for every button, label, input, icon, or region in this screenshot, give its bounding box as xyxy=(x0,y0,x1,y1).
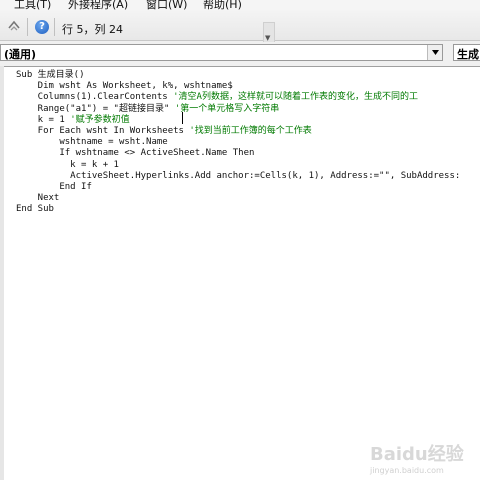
chevron-down-icon: ▼ xyxy=(265,34,271,42)
code-window-header: (通用) 生成 xyxy=(0,42,480,64)
code-line: Range("a1") = "超链接目录" '第一个单元格写入字符串 xyxy=(16,103,280,115)
toolbar-separator xyxy=(54,18,55,36)
code-line: k = 1 '赋予参数初值 xyxy=(16,115,130,126)
help-button[interactable]: ? xyxy=(34,19,50,35)
menu-window[interactable]: 窗口(W) xyxy=(146,0,187,10)
chevron-down-icon xyxy=(431,50,439,55)
watermark: Baidu经验 jingyan.baidu.com xyxy=(370,440,464,475)
code-comment: '第一个单元格写入字符串 xyxy=(174,103,280,114)
object-combo-dropdown[interactable] xyxy=(427,45,442,60)
code-text: Next xyxy=(16,193,60,204)
code-line: ActiveSheet.Hyperlinks.Add anchor:=Cells… xyxy=(16,171,460,182)
code-comment: '清空A列数据，这样就可以随着工作表的变化，生成不同的工 xyxy=(173,92,418,103)
margin-indicator-bar xyxy=(0,66,4,480)
code-line: wshtname = wsht.Name xyxy=(16,137,168,148)
text-cursor xyxy=(182,112,183,124)
code-text: Dim wsht As Worksheet, k%, wshtname$ xyxy=(16,81,233,92)
code-text: For Each wsht In Worksheets xyxy=(16,126,190,136)
standard-toolbar: ? 行 5，列 24 ▼ xyxy=(0,10,480,46)
code-text: End Sub xyxy=(16,204,54,215)
code-line: End If xyxy=(16,182,92,193)
code-line: Next xyxy=(16,193,60,204)
help-icon: ? xyxy=(35,20,49,34)
code-line: Dim wsht As Worksheet, k%, wshtname$ xyxy=(16,81,233,92)
menu-bar: 工具(T) 外接程序(A) 窗口(W) 帮助(H) xyxy=(0,0,480,10)
code-text: Range("a1") = "超链接目录" xyxy=(16,103,175,114)
code-text: ActiveSheet.Hyperlinks.Add anchor:=Cells… xyxy=(16,170,461,181)
cursor-position-label: 行 5，列 24 xyxy=(62,23,123,36)
watermark-subtext: jingyan.baidu.com xyxy=(370,466,444,475)
object-combo[interactable]: (通用) xyxy=(0,44,443,61)
code-line: k = k + 1 xyxy=(16,160,119,171)
procedure-combo[interactable]: 生成 xyxy=(453,44,480,61)
code-text: If wshtname <> ActiveSheet.Name Then xyxy=(16,148,255,159)
code-line: Sub 生成目录() xyxy=(16,70,85,81)
code-text: End If xyxy=(16,182,92,192)
code-line: Columns(1).ClearContents '清空A列数据，这样就可以随着… xyxy=(16,92,418,103)
code-text: k = 1 xyxy=(16,114,71,125)
watermark-text: Baidu经验 xyxy=(370,444,464,465)
procedure-combo-value: 生成 xyxy=(457,48,479,61)
toolbox-button[interactable] xyxy=(6,19,22,35)
toolbar-separator xyxy=(27,18,28,36)
toolbox-icon xyxy=(7,18,21,37)
code-line: End Sub xyxy=(16,204,54,215)
code-line: If wshtname <> ActiveSheet.Name Then xyxy=(16,148,254,159)
code-text: Columns(1).ClearContents xyxy=(16,92,174,103)
menu-tools[interactable]: 工具(T) xyxy=(14,0,51,10)
code-comment: '赋予参数初值 xyxy=(70,114,130,125)
menu-help[interactable]: 帮助(H) xyxy=(203,0,242,10)
code-comment: '找到当前工作簿的每个工作表 xyxy=(189,126,312,136)
menu-addins[interactable]: 外接程序(A) xyxy=(68,0,128,10)
object-combo-value: (通用) xyxy=(4,48,37,61)
code-text: wshtname = wsht.Name xyxy=(16,137,168,148)
code-text: k = k + 1 xyxy=(16,159,119,170)
code-text: Sub 生成目录() xyxy=(16,70,85,80)
code-line: For Each wsht In Worksheets '找到当前工作簿的每个工… xyxy=(16,126,312,137)
